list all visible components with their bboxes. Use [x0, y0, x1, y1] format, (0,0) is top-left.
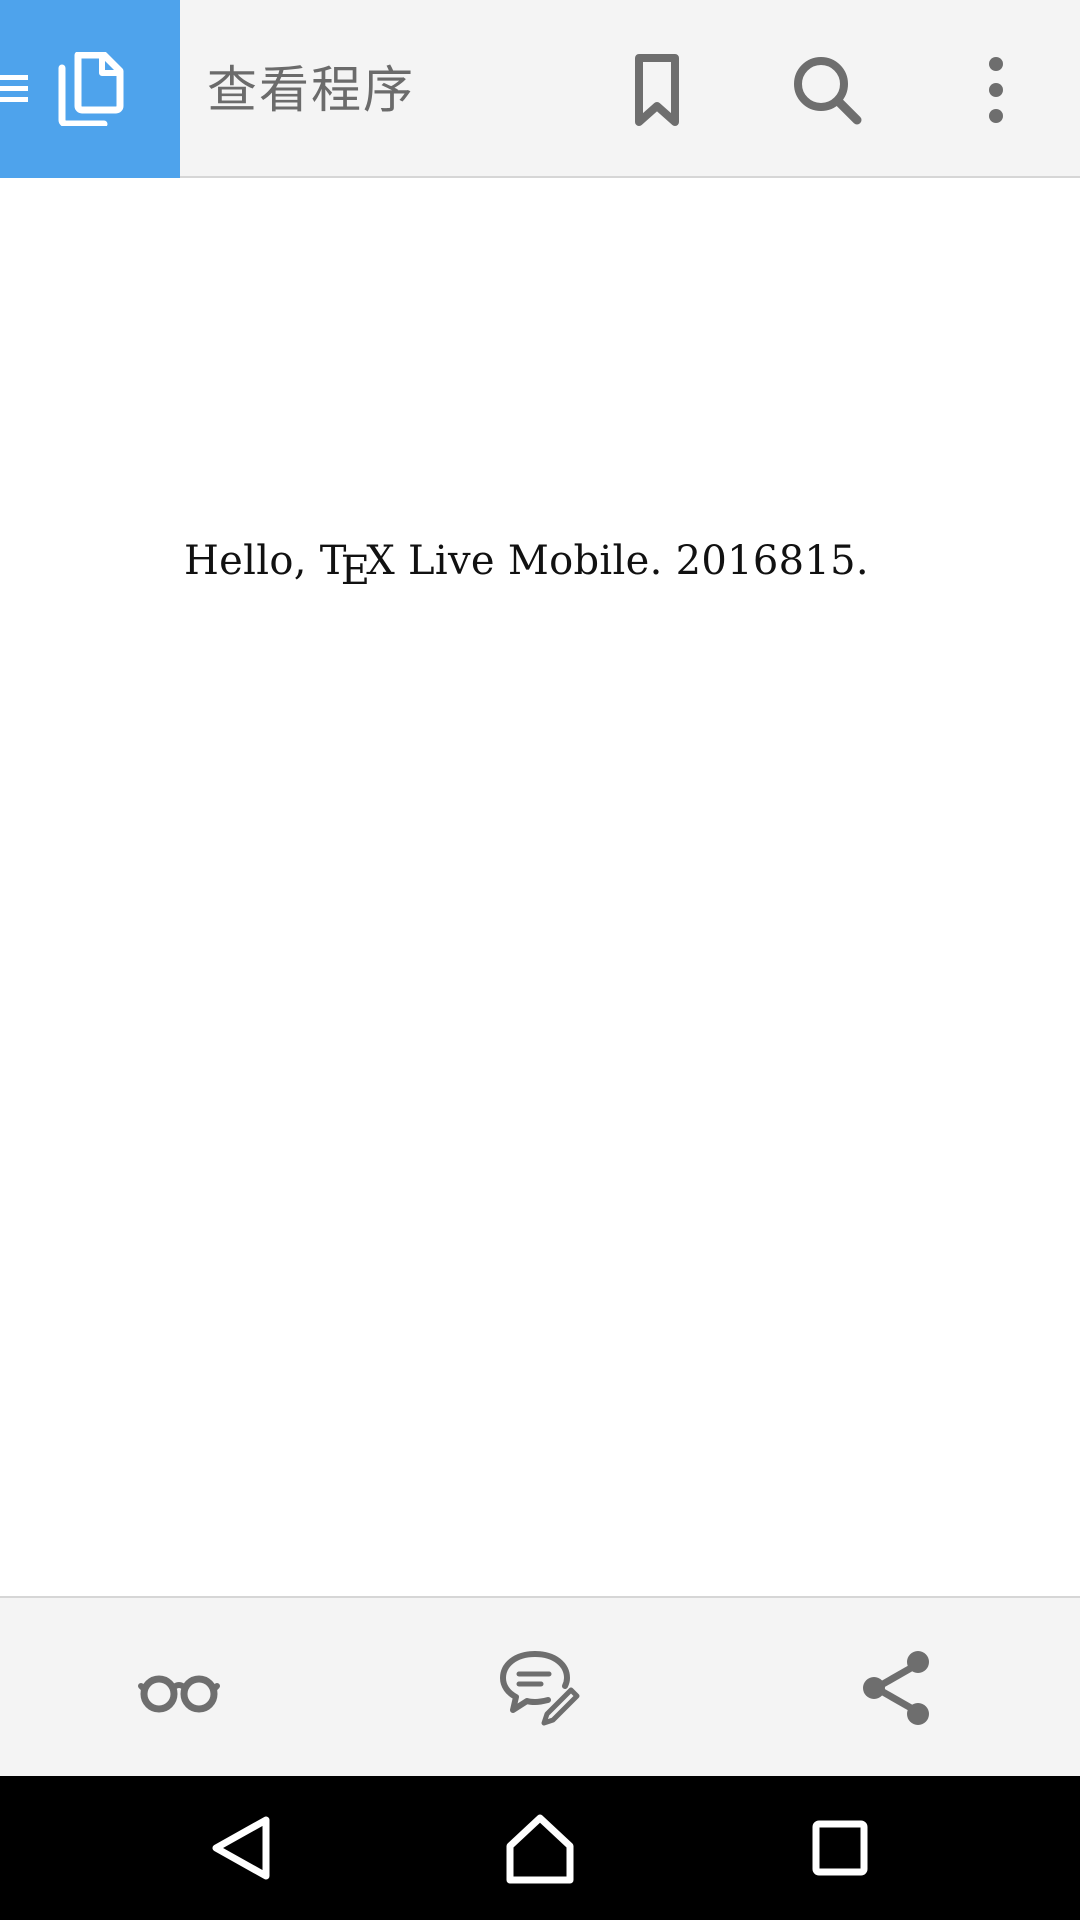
- menu-icon[interactable]: [0, 73, 28, 105]
- search-icon[interactable]: [787, 50, 867, 130]
- bookmark-icon[interactable]: [617, 50, 697, 130]
- drawer-files-button[interactable]: [0, 0, 180, 178]
- doc-text-end: X Live Mobile. 2016815.: [366, 538, 869, 584]
- files-icon[interactable]: [58, 52, 124, 126]
- share-icon[interactable]: [856, 1646, 940, 1730]
- back-icon[interactable]: [202, 1808, 282, 1888]
- annotate-icon[interactable]: [497, 1646, 581, 1730]
- document-text: Hello, TEX Live Mobile. 2016815.: [184, 538, 869, 594]
- page-title: 查看程序: [207, 61, 415, 119]
- home-icon[interactable]: [500, 1808, 580, 1888]
- pdf-viewer-app: 查看程序 Hello, TEX Live Mobile. 2016815.: [0, 0, 1080, 1920]
- top-toolbar: 查看程序: [0, 0, 1080, 178]
- doc-text-start: Hello, T: [184, 538, 347, 584]
- reading-mode-icon[interactable]: [137, 1646, 221, 1730]
- system-nav-bar: [0, 1776, 1080, 1920]
- bottom-action-bar: [0, 1596, 1080, 1776]
- document-page[interactable]: Hello, TEX Live Mobile. 2016815.: [0, 178, 1080, 1596]
- recent-apps-icon[interactable]: [800, 1808, 880, 1888]
- more-vert-icon[interactable]: [956, 50, 1036, 130]
- doc-text-tex-e: E: [340, 548, 371, 594]
